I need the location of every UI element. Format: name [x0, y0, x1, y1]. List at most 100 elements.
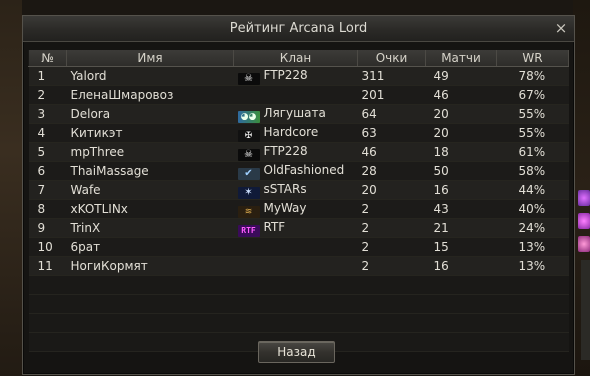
winrate-cell: 78% — [496, 66, 569, 86]
clan-cell: ◕◕ Лягушата — [233, 104, 358, 124]
table-row[interactable]: 1 Yalord ☠ FTP228 311 49 78% — [28, 66, 569, 86]
side-panel — [581, 260, 590, 360]
player-name-cell: 6рат — [66, 237, 234, 257]
winrate-cell: 67% — [496, 85, 569, 105]
points-cell: 2 — [357, 199, 426, 219]
winrate-cell: 13% — [496, 237, 569, 257]
matches-cell: 16 — [425, 256, 497, 276]
matches-cell: 20 — [425, 104, 497, 124]
clan-cell — [233, 256, 358, 276]
clan-name: RTF — [263, 219, 286, 234]
clan-name: FTP228 — [263, 143, 308, 158]
points-cell: 64 — [357, 104, 426, 124]
player-name-cell: НогиКормят — [66, 256, 234, 276]
points-cell: 20 — [357, 180, 426, 200]
clan-cell: RTF RTF — [233, 218, 358, 238]
points-cell: 63 — [357, 123, 426, 143]
matches-cell: 16 — [425, 180, 497, 200]
game-background-left — [0, 0, 22, 376]
points-cell: 2 — [357, 218, 426, 238]
winrate-cell: 61% — [496, 142, 569, 162]
winrate-cell: 24% — [496, 218, 569, 238]
table-row[interactable]: 11 НогиКормят 2 16 13% — [28, 256, 569, 276]
rank-cell: 5 — [28, 142, 67, 162]
table-row[interactable]: 4 Китикэт ✠ Hardcore 63 20 55% — [28, 123, 569, 143]
points-cell: 311 — [357, 66, 426, 86]
clan-name: OldFashioned — [263, 162, 345, 177]
title-bar[interactable]: Рейтинг Arcana Lord × — [23, 16, 574, 42]
rank-cell: 2 — [28, 85, 67, 105]
rank-cell: 6 — [28, 161, 67, 181]
player-name-cell: Delora — [66, 104, 234, 124]
column-header-clan[interactable]: Клан — [233, 50, 358, 67]
winrate-cell: 55% — [496, 123, 569, 143]
clan-cell: ≋ MyWay — [233, 199, 358, 219]
points-cell: 28 — [357, 161, 426, 181]
column-header-matches[interactable]: Матчи — [425, 50, 497, 67]
side-skill-icon[interactable] — [578, 190, 590, 206]
rank-cell: 3 — [28, 104, 67, 124]
table-header-row: № Имя Клан Очки Матчи WR — [28, 50, 569, 67]
rank-cell: 9 — [28, 218, 67, 238]
winrate-cell: 55% — [496, 104, 569, 124]
rank-cell: 7 — [28, 180, 67, 200]
matches-cell: 21 — [425, 218, 497, 238]
skull-crest-icon: ☠ — [237, 72, 260, 85]
back-button[interactable]: Назад — [258, 341, 335, 363]
table-row[interactable]: 5 mpThree ☠ FTP228 46 18 61% — [28, 142, 569, 162]
table-row[interactable]: 10 6рат 2 15 13% — [28, 237, 569, 257]
player-name-cell: mpThree — [66, 142, 234, 162]
window-title: Рейтинг Arcana Lord — [229, 21, 368, 36]
column-header-points[interactable]: Очки — [357, 50, 426, 67]
table-row[interactable]: 2 ЕленаШмаровоз 201 46 67% — [28, 85, 569, 105]
player-name-cell: xKOTLINx — [66, 199, 234, 219]
close-button[interactable]: × — [553, 19, 569, 37]
clan-cell: ☠ FTP228 — [233, 142, 358, 162]
side-skill-icon[interactable] — [578, 236, 590, 252]
wings-crest-icon: ≋ — [237, 205, 260, 218]
rank-cell: 4 — [28, 123, 67, 143]
matches-cell: 49 — [425, 66, 497, 86]
player-name-cell: TrinX — [66, 218, 234, 238]
rank-cell: 10 — [28, 237, 67, 257]
rtf-crest-icon: RTF — [237, 224, 260, 237]
column-header-number[interactable]: № — [28, 50, 67, 67]
clan-cell: ✠ Hardcore — [233, 123, 358, 143]
player-name-cell: Wafe — [66, 180, 234, 200]
player-name-cell: Yalord — [66, 66, 234, 86]
table-row[interactable]: 9 TrinX RTF RTF 2 21 24% — [28, 218, 569, 238]
clan-cell — [233, 237, 358, 257]
clan-name: sSTARs — [263, 181, 307, 196]
points-cell: 2 — [357, 237, 426, 257]
check-crest-icon: ✔ — [237, 167, 260, 180]
clan-name: MyWay — [263, 200, 307, 215]
side-skill-icon[interactable] — [578, 213, 590, 229]
winrate-cell: 13% — [496, 256, 569, 276]
player-name-cell: Китикэт — [66, 123, 234, 143]
star-crest-icon: ✶ — [237, 186, 260, 199]
rank-cell: 8 — [28, 199, 67, 219]
column-header-wr[interactable]: WR — [496, 50, 569, 67]
clan-cell: ☠ FTP228 — [233, 66, 358, 86]
clan-name: Hardcore — [263, 124, 319, 139]
rank-cell: 1 — [28, 66, 67, 86]
points-cell: 2 — [357, 256, 426, 276]
matches-cell: 50 — [425, 161, 497, 181]
winrate-cell: 40% — [496, 199, 569, 219]
clan-cell: ✔ OldFashioned — [233, 161, 358, 181]
rank-cell: 11 — [28, 256, 67, 276]
table-row[interactable]: 7 Wafe ✶ sSTARs 20 16 44% — [28, 180, 569, 200]
frog-crest-icon: ◕◕ — [237, 110, 260, 123]
player-name-cell: ThaiMassage — [66, 161, 234, 181]
table-row[interactable]: 8 xKOTLINx ≋ MyWay 2 43 40% — [28, 199, 569, 219]
column-header-name[interactable]: Имя — [66, 50, 234, 67]
points-cell: 46 — [357, 142, 426, 162]
table-row[interactable]: 6 ThaiMassage ✔ OldFashioned 28 50 58% — [28, 161, 569, 181]
matches-cell: 46 — [425, 85, 497, 105]
rating-table: № Имя Клан Очки Матчи WR 1 Yalord ☠ FTP22… — [28, 50, 569, 352]
clan-name: FTP228 — [263, 67, 308, 82]
table-row[interactable]: 3 Delora ◕◕ Лягушата 64 20 55% — [28, 104, 569, 124]
skull-crest-icon: ☠ — [237, 148, 260, 161]
bones-crest-icon: ✠ — [237, 129, 260, 142]
matches-cell: 43 — [425, 199, 497, 219]
